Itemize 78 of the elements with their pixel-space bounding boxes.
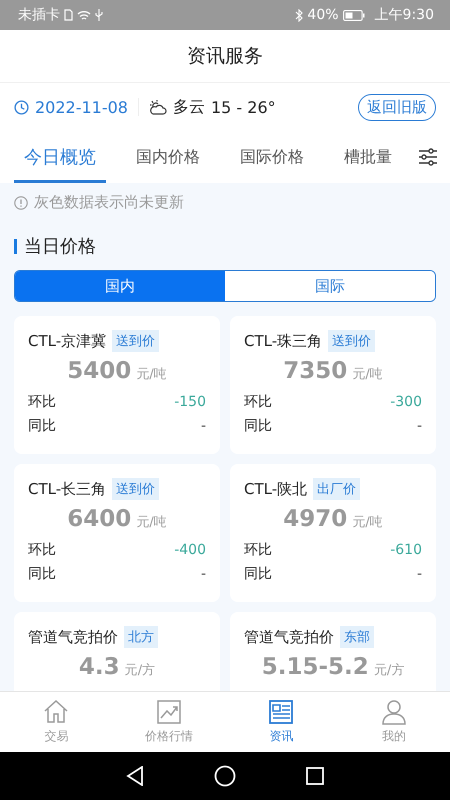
clock-icon [14, 100, 29, 114]
temperature-text: 15 - 26° [210, 98, 276, 116]
row-label: 环比 [244, 541, 272, 560]
price-type-tag: 北方 [124, 626, 158, 648]
row-value: -610 [390, 541, 422, 560]
price-card[interactable]: CTL-珠三角 送到价 7350 元/吨 环比 -300 同比 - [230, 316, 436, 454]
card-title: CTL-陕北 [244, 480, 308, 498]
chart-icon [156, 699, 182, 725]
price-card[interactable]: 管道气竞拍价 北方 4.3 元/方 [14, 612, 220, 691]
row-label: 同比 [28, 565, 56, 584]
price-card[interactable]: 管道气竞拍价 东部 5.15-5.2 元/方 [230, 612, 436, 691]
tab[interactable]: 槽批量 [334, 131, 402, 183]
row-value: -150 [174, 393, 206, 412]
row-label: 同比 [244, 417, 272, 436]
weather-text: 多云 [172, 96, 205, 118]
price-value: 4.3 [78, 654, 120, 680]
price-value: 5.15-5.2 [262, 654, 369, 680]
row-label: 环比 [244, 393, 272, 412]
price-unit: 元/方 [124, 663, 156, 678]
row-label: 同比 [28, 417, 56, 436]
row-value: - [416, 565, 422, 584]
price-card[interactable]: CTL-长三角 送到价 6400 元/吨 环比 -400 同比 - [14, 464, 220, 602]
filter-icon[interactable] [418, 148, 438, 166]
cloud-sun-icon [148, 100, 167, 114]
tab[interactable]: 今日概览 [14, 131, 106, 183]
row-value: - [200, 417, 206, 436]
home-circle-icon[interactable] [214, 765, 236, 787]
price-type-tag: 东部 [340, 626, 374, 648]
price-unit: 元/吨 [136, 367, 167, 382]
carrier-text: 未插卡 [18, 6, 60, 24]
date-text: 2022-11-08 [35, 98, 128, 116]
price-value: 4970 [283, 506, 348, 532]
person-icon [380, 699, 407, 725]
price-type-tag: 出厂价 [313, 478, 360, 500]
row-label: 环比 [28, 541, 56, 560]
card-title: 管道气竞拍价 [28, 628, 118, 646]
price-value: 7350 [283, 358, 348, 384]
card-title: CTL-长三角 [28, 480, 106, 498]
price-unit: 元/吨 [352, 367, 383, 382]
price-unit: 元/方 [374, 663, 404, 678]
recents-icon[interactable] [306, 767, 324, 785]
newspaper-icon [268, 699, 294, 725]
row-value: -400 [174, 541, 206, 560]
sim-icon [64, 9, 73, 21]
old-version-button[interactable]: 返回旧版 [358, 94, 436, 120]
row-value: -300 [390, 393, 422, 412]
price-type-tag: 送到价 [112, 330, 160, 352]
bluetooth-icon [295, 8, 304, 22]
price-type-tag: 送到价 [112, 478, 160, 500]
info-icon [14, 196, 28, 210]
price-value: 5400 [67, 358, 132, 384]
row-value: - [416, 417, 422, 436]
battery-percent: 40% [307, 7, 339, 23]
price-value: 6400 [67, 506, 132, 532]
tab[interactable]: 国际价格 [230, 131, 314, 183]
wifi-icon [77, 10, 91, 20]
usb-icon [95, 9, 103, 21]
row-label: 同比 [244, 565, 272, 584]
page-title: 资讯服务 [187, 44, 263, 69]
segment-button[interactable]: 国内 [15, 271, 225, 301]
price-card[interactable]: CTL-陕北 出厂价 4970 元/吨 环比 -610 同比 - [230, 464, 436, 602]
back-icon[interactable] [126, 766, 144, 786]
battery-icon [342, 10, 365, 20]
section-title: 当日价格 [24, 235, 96, 258]
card-title: CTL-京津冀 [28, 332, 106, 350]
price-type-tag: 送到价 [328, 330, 376, 352]
price-unit: 元/吨 [136, 515, 167, 530]
card-title: CTL-珠三角 [244, 332, 322, 350]
section-marker [14, 238, 17, 254]
clock-time: 上午9:30 [374, 6, 434, 24]
row-value: - [200, 565, 206, 584]
card-title: 管道气竞拍价 [244, 628, 334, 646]
tab[interactable]: 国内价格 [126, 131, 210, 183]
price-card[interactable]: CTL-京津冀 送到价 5400 元/吨 环比 -150 同比 - [14, 316, 220, 454]
price-unit: 元/吨 [352, 515, 383, 530]
notice-text: 灰色数据表示尚未更新 [34, 193, 184, 212]
row-label: 环比 [28, 393, 56, 412]
home-icon [43, 699, 70, 725]
